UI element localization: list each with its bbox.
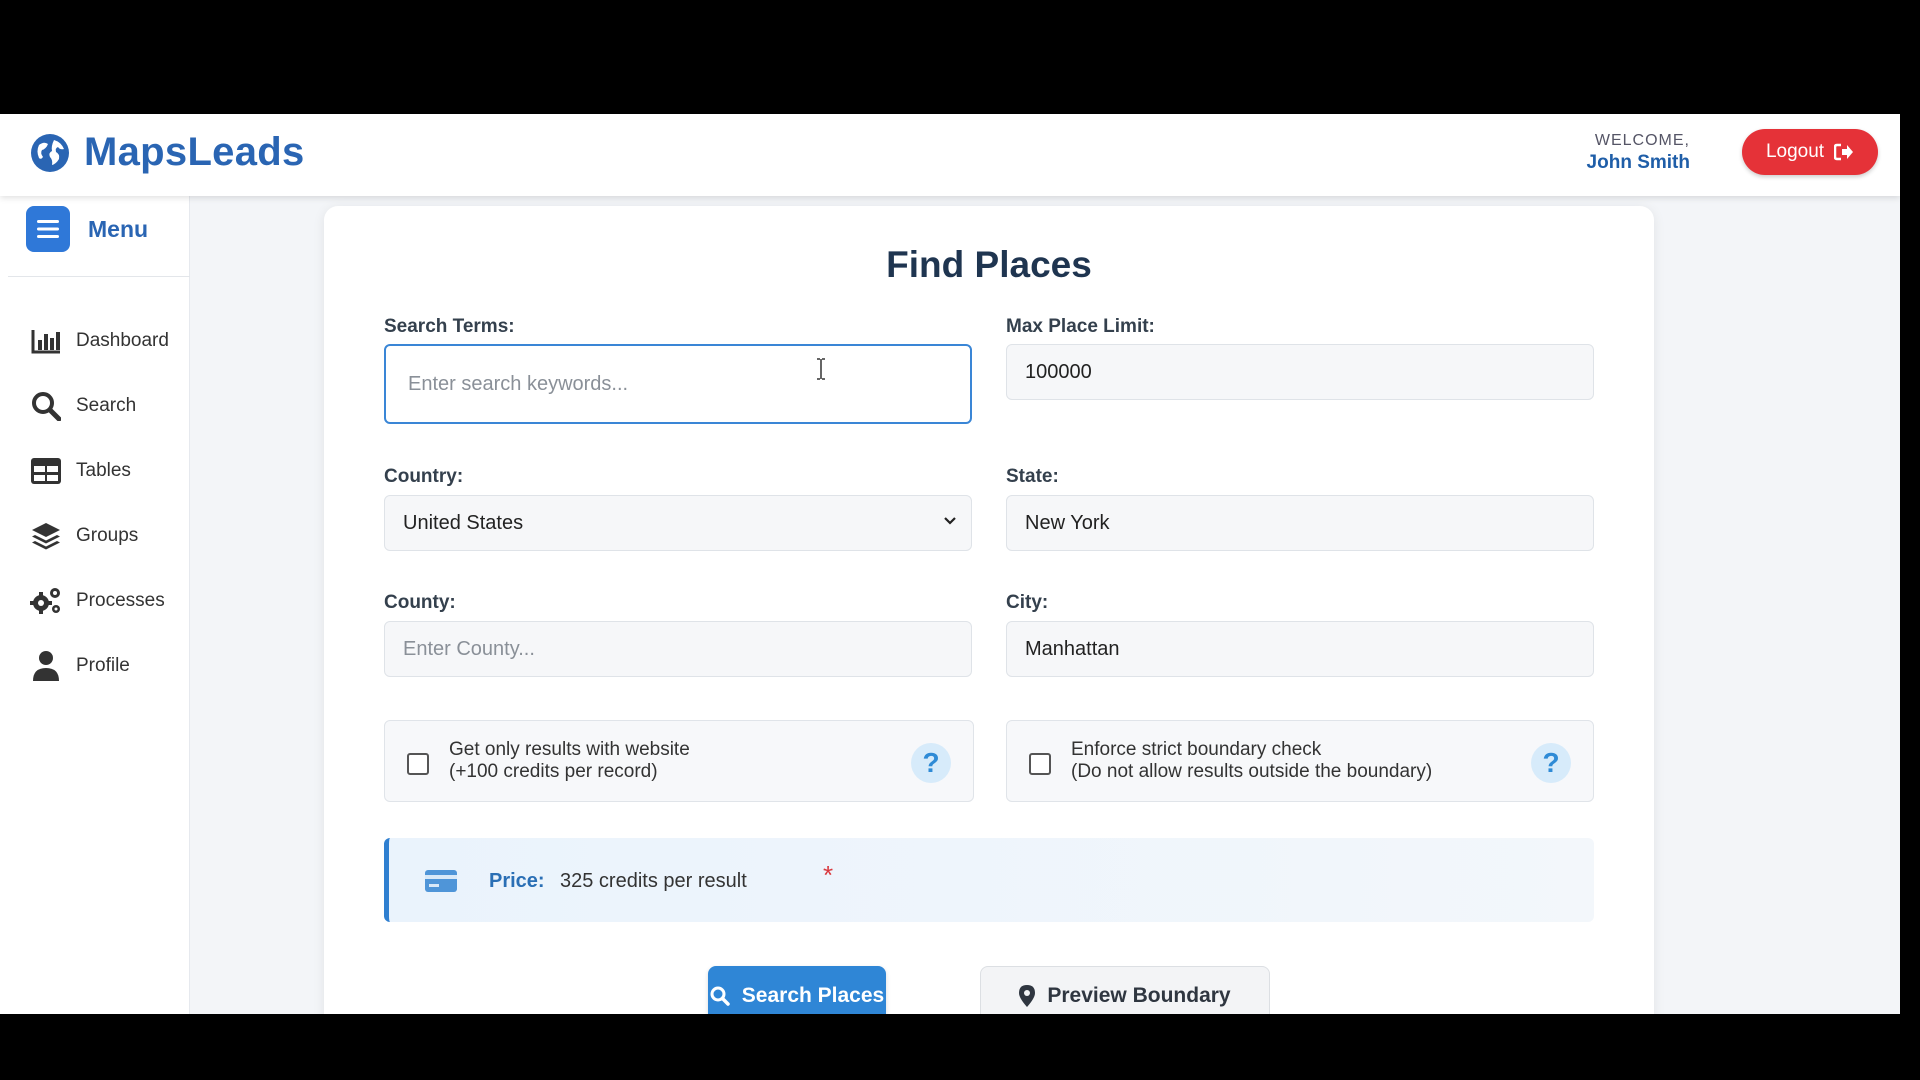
city-label: City: bbox=[1006, 592, 1049, 613]
price-value: 325 credits per result bbox=[560, 870, 747, 892]
menu-toggle[interactable]: Menu bbox=[26, 206, 148, 252]
search-places-button[interactable]: Search Places bbox=[708, 966, 886, 1014]
preview-boundary-button[interactable]: Preview Boundary bbox=[980, 966, 1270, 1014]
preview-boundary-label: Preview Boundary bbox=[1047, 984, 1231, 1007]
country-select[interactable]: United States bbox=[384, 495, 972, 551]
county-label: County: bbox=[384, 592, 456, 613]
sidebar-item-label: Groups bbox=[76, 524, 139, 546]
max-limit-input[interactable]: 100000 bbox=[1006, 344, 1594, 400]
city-input[interactable]: Manhattan bbox=[1006, 621, 1594, 677]
search-places-label: Search Places bbox=[741, 984, 885, 1007]
sidebar-item-label: Tables bbox=[76, 459, 131, 481]
state-value: New York bbox=[1025, 511, 1110, 534]
gears-icon bbox=[30, 585, 62, 617]
website-option-text: Get only results with website (+100 cred… bbox=[449, 739, 690, 783]
search-terms-placeholder: Enter search keywords... bbox=[408, 372, 629, 395]
boundary-option-line2: (Do not allow results outside the bounda… bbox=[1071, 761, 1433, 782]
sidebar-item-label: Search bbox=[76, 394, 137, 416]
state-label: State: bbox=[1006, 466, 1059, 487]
website-option: Get only results with website (+100 cred… bbox=[384, 720, 974, 802]
boundary-option-line1: Enforce strict boundary check bbox=[1071, 739, 1322, 760]
app-name: MapsLeads bbox=[84, 130, 305, 174]
sidebar-item-tables[interactable]: Tables bbox=[30, 438, 169, 503]
map-pin-icon bbox=[1019, 985, 1036, 1007]
sidebar-item-dashboard[interactable]: Dashboard bbox=[30, 308, 169, 373]
app-window: MapsLeads WELCOME, John Smith Logout Men… bbox=[0, 114, 1900, 1014]
county-input[interactable]: Enter County... bbox=[384, 621, 972, 677]
max-limit-label: Max Place Limit: bbox=[1006, 316, 1155, 337]
city-value: Manhattan bbox=[1025, 637, 1120, 660]
welcome-block: WELCOME, John Smith bbox=[1587, 132, 1690, 174]
credit-card-icon bbox=[425, 870, 457, 892]
page-title: Find Places bbox=[886, 244, 1092, 285]
sidebar-item-label: Processes bbox=[76, 589, 165, 611]
boundary-option: Enforce strict boundary check (Do not al… bbox=[1006, 720, 1594, 802]
search-icon bbox=[30, 390, 62, 422]
price-asterisk: * bbox=[823, 860, 834, 890]
top-header: MapsLeads WELCOME, John Smith Logout bbox=[0, 114, 1900, 196]
menu-label: Menu bbox=[88, 215, 149, 242]
sidebar-item-label: Profile bbox=[76, 654, 130, 676]
county-placeholder: Enter County... bbox=[403, 637, 535, 660]
sidebar-item-processes[interactable]: Processes bbox=[30, 568, 169, 633]
chevron-down-icon bbox=[944, 517, 956, 525]
logout-label: Logout bbox=[1765, 141, 1825, 162]
sidebar-divider bbox=[8, 276, 190, 277]
sidebar-item-label: Dashboard bbox=[76, 329, 169, 351]
table-icon bbox=[30, 455, 62, 487]
state-input[interactable]: New York bbox=[1006, 495, 1594, 551]
welcome-label: WELCOME, bbox=[1594, 132, 1690, 149]
search-terms-input[interactable]: Enter search keywords... bbox=[384, 344, 972, 424]
bar-chart-icon bbox=[30, 325, 62, 357]
price-info: Price: 325 credits per result * bbox=[384, 838, 1594, 922]
search-terms-label: Search Terms: bbox=[384, 316, 515, 337]
country-label: Country: bbox=[384, 466, 464, 487]
sidebar-item-groups[interactable]: Groups bbox=[30, 503, 169, 568]
app-logo[interactable]: MapsLeads bbox=[30, 130, 305, 175]
help-icon[interactable]: ? bbox=[1531, 743, 1571, 783]
website-option-line2: (+100 credits per record) bbox=[449, 761, 658, 782]
logout-button[interactable]: Logout bbox=[1742, 129, 1878, 175]
search-icon bbox=[710, 986, 730, 1006]
price-label: Price: bbox=[489, 870, 545, 892]
sign-out-icon bbox=[1834, 143, 1854, 161]
sidebar-nav: Dashboard Search Tables Groups Processes… bbox=[30, 308, 169, 698]
sidebar-item-search[interactable]: Search bbox=[30, 373, 169, 438]
sidebar-item-profile[interactable]: Profile bbox=[30, 633, 169, 698]
boundary-checkbox[interactable] bbox=[1029, 753, 1051, 775]
sidebar: Menu Dashboard Search Tables Groups Proc… bbox=[0, 196, 190, 1014]
max-limit-value: 100000 bbox=[1025, 360, 1092, 383]
help-icon[interactable]: ? bbox=[911, 743, 951, 783]
boundary-option-text: Enforce strict boundary check (Do not al… bbox=[1071, 739, 1432, 783]
globe-icon bbox=[31, 133, 69, 172]
hamburger-icon bbox=[26, 206, 70, 252]
user-icon bbox=[30, 650, 62, 682]
user-name: John Smith bbox=[1586, 152, 1690, 173]
website-option-line1: Get only results with website bbox=[449, 739, 690, 760]
find-places-card: Find Places Search Terms: Enter search k… bbox=[324, 206, 1654, 1014]
text-cursor-icon bbox=[817, 358, 825, 380]
layers-icon bbox=[30, 520, 62, 552]
website-checkbox[interactable] bbox=[407, 753, 429, 775]
country-value: United States bbox=[403, 511, 524, 534]
